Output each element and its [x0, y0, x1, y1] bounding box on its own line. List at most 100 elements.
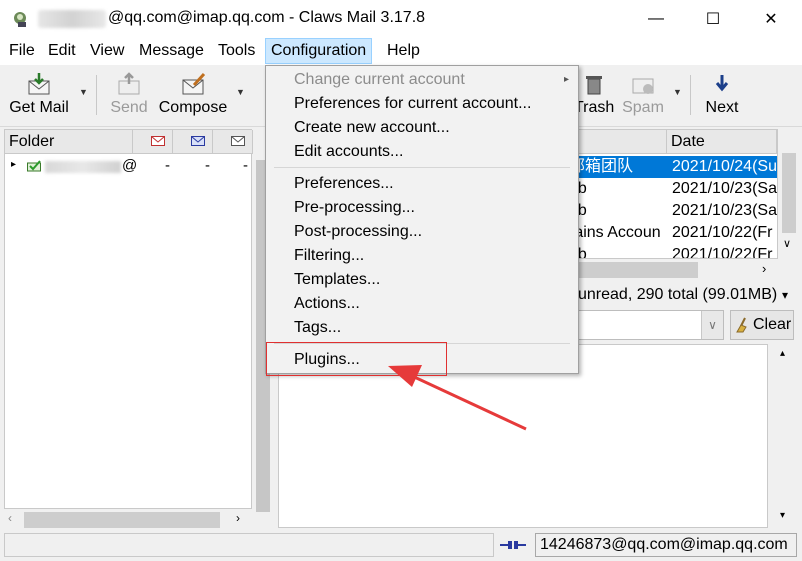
spam-icon	[632, 78, 654, 94]
spam-label: Spam	[622, 99, 664, 116]
folder-column-header[interactable]: Folder	[5, 130, 133, 154]
date-column-header[interactable]: Date	[667, 130, 777, 154]
trash-label: Trash	[574, 99, 615, 116]
next-button[interactable]: Next	[700, 65, 744, 125]
message-from: rains Accoun	[569, 224, 661, 241]
chevron-down-icon[interactable]: ∨	[701, 311, 723, 339]
scroll-thumb[interactable]	[578, 262, 698, 278]
spam-button[interactable]: Spam	[620, 65, 666, 125]
menu-templates[interactable]: Templates...	[267, 268, 577, 292]
scroll-thumb[interactable]	[782, 153, 796, 233]
total-mail-icon	[231, 136, 245, 146]
menu-post-processing[interactable]: Post-processing...	[267, 220, 577, 244]
menu-pre-processing[interactable]: Pre-processing...	[267, 196, 577, 220]
window-title: @qq.com@imap.qq.com - Claws Mail 3.17.8	[108, 9, 426, 26]
status-message	[4, 533, 494, 557]
maximize-button[interactable]: ☐	[684, 0, 742, 38]
menu-configuration[interactable]: Configuration	[265, 38, 373, 64]
folder-horizontal-scrollbar[interactable]: ‹ ›	[4, 510, 252, 530]
message-date: 2021/10/22(Fr	[672, 246, 773, 259]
get-mail-button[interactable]: Get Mail	[6, 65, 72, 125]
scroll-left-icon[interactable]: ‹	[8, 511, 12, 525]
mailbox-icon	[27, 160, 41, 172]
claws-mail-app-icon	[14, 12, 26, 27]
message-date: 2021/10/23(Sa	[672, 202, 777, 219]
message-list-vertical-scrollbar[interactable]: ∨	[780, 145, 798, 257]
menu-actions[interactable]: Actions...	[267, 292, 577, 316]
compose-label: Compose	[158, 99, 228, 116]
trash-button[interactable]: Trash	[574, 65, 614, 125]
message-from: ub	[569, 200, 667, 222]
menu-file[interactable]: File	[4, 38, 40, 64]
menu-help[interactable]: Help	[382, 38, 425, 64]
compose-button[interactable]: Compose	[156, 65, 230, 125]
message-date: 2021/10/24(Su	[672, 158, 777, 175]
menu-bar: File Edit View Message Tools Configurati…	[0, 38, 802, 65]
get-mail-label: Get Mail	[9, 99, 69, 116]
online-plug-icon[interactable]	[500, 538, 526, 552]
message-from: ub	[569, 178, 667, 200]
new-count: -	[165, 157, 170, 174]
message-date: 2021/10/22(Fr	[672, 224, 773, 241]
total-count-header[interactable]	[213, 130, 253, 154]
menu-filtering[interactable]: Filtering...	[267, 244, 577, 268]
scroll-right-icon[interactable]: ›	[236, 511, 240, 525]
message-view-scrollbar[interactable]: ▴ ▾	[776, 344, 794, 528]
current-account-status[interactable]: 14246873@qq.com@imap.qq.com	[535, 533, 797, 557]
close-button[interactable]: ✕	[742, 0, 800, 38]
send-button[interactable]: Send	[106, 65, 152, 125]
quick-search-input[interactable]: ∨	[578, 310, 724, 340]
scroll-thumb[interactable]	[24, 512, 220, 528]
unread-mail-icon	[191, 136, 205, 146]
menu-tools[interactable]: Tools	[213, 38, 260, 64]
unread-count: -	[205, 157, 210, 174]
menu-preferences-current-account[interactable]: Preferences for current account...	[267, 92, 577, 116]
broom-icon	[736, 317, 747, 333]
menu-edit-accounts[interactable]: Edit accounts...	[267, 140, 577, 164]
send-icon	[118, 72, 140, 95]
next-label: Next	[705, 99, 739, 116]
annotation-arrow	[388, 365, 527, 431]
menu-tags[interactable]: Tags...	[267, 316, 577, 340]
message-list-horizontal-scrollbar[interactable]: ›	[578, 260, 778, 280]
menu-change-current-account[interactable]: Change current account ▸	[267, 68, 577, 92]
menu-preferences[interactable]: Preferences...	[267, 172, 577, 196]
compose-dropdown-icon[interactable]: ▼	[236, 87, 246, 97]
compose-icon	[182, 72, 206, 95]
clear-label: Clear	[753, 316, 792, 333]
new-count-header[interactable]	[133, 130, 173, 154]
redacted-account-name	[45, 161, 121, 173]
menu-create-new-account[interactable]: Create new account...	[267, 116, 577, 140]
toolbar-separator	[96, 75, 97, 115]
minimize-button[interactable]: —	[627, 0, 685, 38]
get-mail-icon	[28, 73, 50, 95]
expand-arrow-icon[interactable]: ▸	[11, 159, 16, 170]
clear-search-button[interactable]: Clear	[730, 310, 794, 340]
scroll-down-icon[interactable]: ∨	[783, 237, 791, 250]
scroll-down-icon[interactable]: ▾	[780, 510, 785, 521]
message-date: 2021/10/23(Sa	[672, 180, 777, 197]
menu-edit[interactable]: Edit	[43, 38, 81, 64]
summary-toggle-icon[interactable]: ▾	[782, 288, 788, 302]
scroll-up-icon[interactable]: ▴	[780, 348, 785, 359]
trash-icon	[586, 76, 602, 95]
account-folder-row[interactable]: ▸ @ - - -	[5, 156, 251, 178]
menu-view[interactable]: View	[85, 38, 129, 64]
next-down-arrow-icon	[715, 75, 729, 92]
spam-dropdown-icon[interactable]: ▼	[673, 87, 683, 97]
folder-tree[interactable]: Folder ▸ @ - - -	[4, 129, 253, 509]
unread-count-header[interactable]	[173, 130, 213, 154]
message-from: ub	[569, 244, 667, 258]
title-bar: @qq.com@imap.qq.com - Claws Mail 3.17.8 …	[0, 0, 802, 38]
submenu-arrow-icon: ▸	[563, 74, 569, 85]
new-mail-icon	[151, 136, 165, 146]
get-mail-dropdown-icon[interactable]: ▼	[79, 87, 89, 97]
folder-summary: unread, 290 total (99.01MB)	[578, 286, 778, 303]
status-bar: 14246873@qq.com@imap.qq.com	[0, 530, 802, 561]
scroll-right-icon[interactable]: ›	[762, 261, 766, 276]
toolbar-separator	[690, 75, 691, 115]
message-from: 邮箱团队	[569, 158, 634, 175]
redacted-username	[38, 10, 106, 28]
menu-message[interactable]: Message	[134, 38, 209, 64]
total-count: -	[243, 157, 248, 174]
